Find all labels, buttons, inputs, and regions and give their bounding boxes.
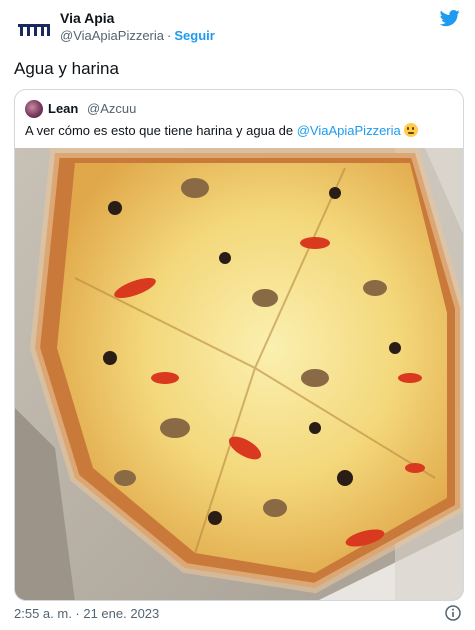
- tweet-timestamp[interactable]: 2:55 a. m. · 21 ene. 2023: [14, 606, 159, 621]
- mention-link[interactable]: @ViaApiaPizzeria: [297, 123, 401, 138]
- tweet-text: Agua y harina: [14, 59, 119, 78]
- quoted-author-handle[interactable]: @Azcuu: [87, 101, 136, 116]
- thinking-face-icon: [403, 123, 418, 137]
- twitter-bird-icon[interactable]: [439, 8, 461, 28]
- separator-dot: ·: [167, 28, 172, 43]
- author-display-name[interactable]: Via Apia: [60, 10, 114, 26]
- via-apia-logo-icon: [18, 24, 50, 36]
- quoted-author-avatar[interactable]: [25, 100, 43, 118]
- quoted-author-name[interactable]: Lean: [48, 101, 78, 116]
- quoted-tweet[interactable]: Lean @Azcuu A ver cómo es esto que tiene…: [14, 89, 464, 601]
- author-avatar[interactable]: [14, 10, 54, 50]
- author-handle[interactable]: @ViaApiaPizzeria: [60, 28, 164, 43]
- info-icon[interactable]: [445, 605, 461, 621]
- pizza-photo[interactable]: [15, 148, 463, 600]
- follow-button[interactable]: Seguir: [174, 28, 214, 43]
- quoted-text-body: A ver cómo es esto que tiene harina y ag…: [25, 123, 297, 138]
- pizza-photo-illustration: [15, 148, 463, 600]
- author-handle-row: @ViaApiaPizzeria · Seguir: [60, 28, 215, 43]
- quoted-tweet-text: A ver cómo es esto que tiene harina y ag…: [25, 123, 418, 138]
- tweet-header: Via Apia @ViaApiaPizzeria · Seguir: [0, 0, 475, 52]
